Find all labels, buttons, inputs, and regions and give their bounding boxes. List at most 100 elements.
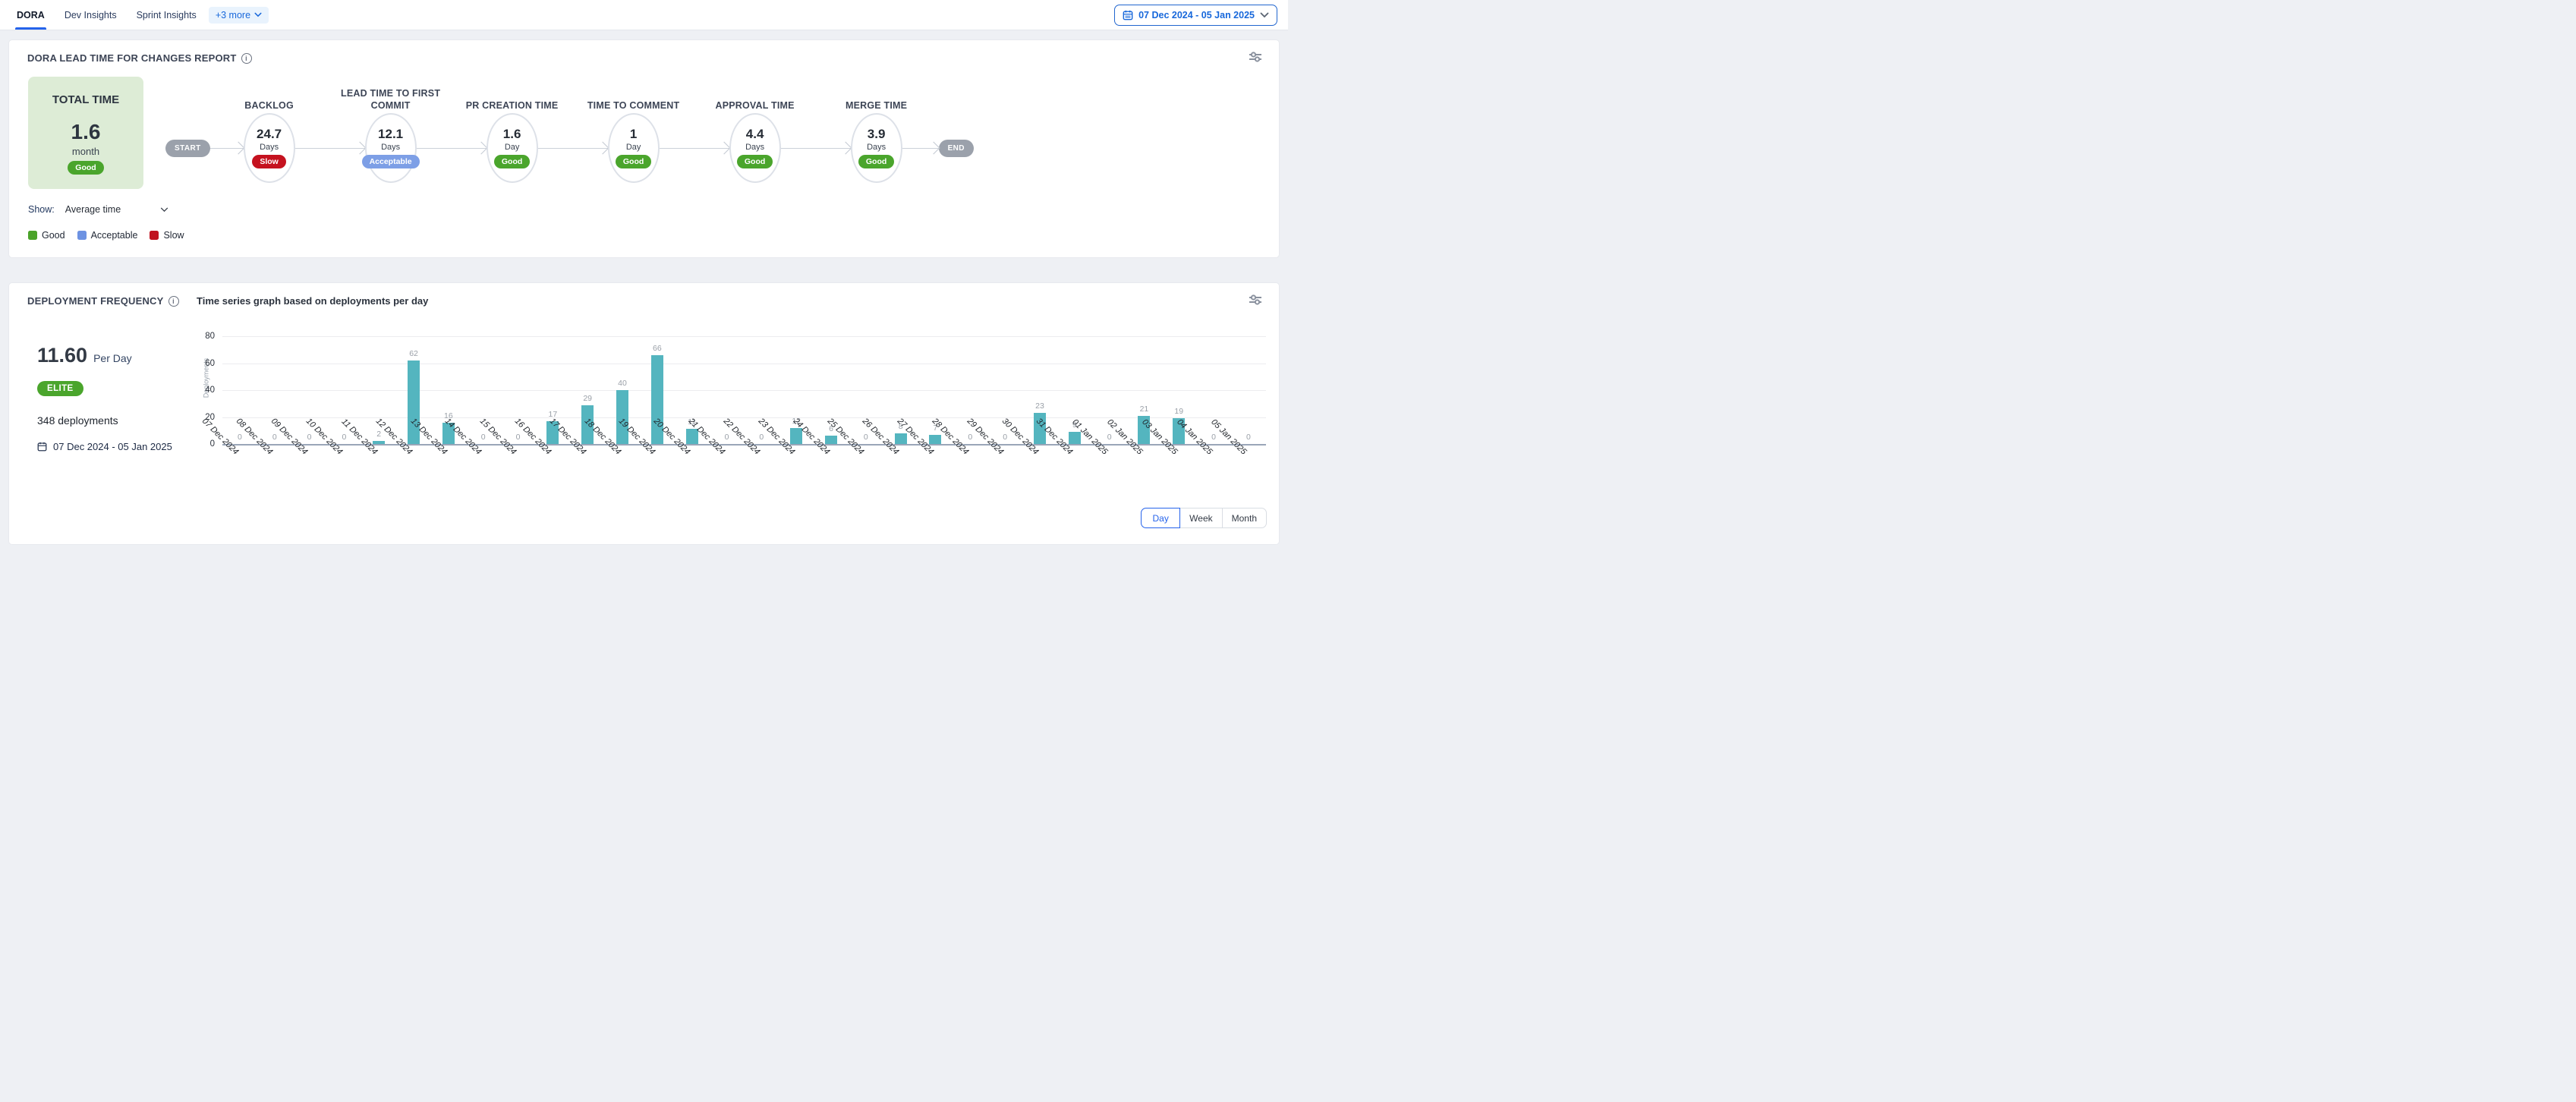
flow-arrow-icon xyxy=(660,148,729,149)
bar-value-label: 0 xyxy=(272,433,277,442)
bar-value-label: 0 xyxy=(759,433,764,442)
stage-name: APPROVAL TIME xyxy=(698,99,812,112)
deployment-bar[interactable] xyxy=(929,435,941,444)
show-label: Show: xyxy=(28,204,55,215)
tier-badge: ELITE xyxy=(37,381,83,396)
bar-value-label: 0 xyxy=(238,433,242,442)
show-metric-select[interactable]: Average time xyxy=(65,204,168,215)
chevron-down-icon xyxy=(1260,12,1269,18)
info-icon[interactable]: i xyxy=(241,53,252,64)
bar-value-label: 0 xyxy=(1107,433,1112,442)
stage-name: MERGE TIME xyxy=(820,99,934,112)
bar-value-label: 0 xyxy=(1003,433,1007,442)
stage-merge-time: MERGE TIME3.9DaysGood xyxy=(851,113,902,183)
deployment-frequency-title: DEPLOYMENT FREQUENCY i xyxy=(27,295,179,307)
stage-value: 1 xyxy=(630,128,637,142)
deployment-rate-unit: Per Day xyxy=(93,352,132,364)
legend-item-slow: Slow xyxy=(150,230,184,241)
legend-item-acceptable: Acceptable xyxy=(77,230,138,241)
lead-time-card-title: DORA LEAD TIME FOR CHANGES REPORT i xyxy=(27,52,252,64)
stage-name: PR CREATION TIME xyxy=(455,99,569,112)
deployments-bar-chart: 020406080007 Dec 2024008 Dec 2024009 Dec… xyxy=(222,336,1266,444)
stage-status-badge: Good xyxy=(616,155,651,168)
stage-unit: Days xyxy=(745,143,764,152)
legend-label: Good xyxy=(42,230,65,241)
deployment-bar[interactable] xyxy=(373,441,385,444)
info-icon[interactable]: i xyxy=(168,296,179,307)
bar-value-label: 2 xyxy=(376,430,381,439)
stage-unit: Day xyxy=(626,143,641,152)
calendar-icon xyxy=(1123,10,1133,20)
bar-value-label: 0 xyxy=(481,433,486,442)
stage-name: TIME TO COMMENT xyxy=(577,99,691,112)
status-legend: Good Acceptable Slow xyxy=(28,230,184,241)
bar-value-label: 0 xyxy=(1246,433,1251,442)
flow-arrow-icon xyxy=(417,148,487,149)
stage-status-badge: Good xyxy=(858,155,894,168)
lead-time-flow: STARTBACKLOG24.7DaysSlowLEAD TIME TO FIR… xyxy=(165,113,974,183)
bar-value-label: 23 xyxy=(1035,401,1044,411)
total-time-status-badge: Good xyxy=(68,161,103,175)
top-tab-bar: DORADev InsightsSprint Insights +3 more 0… xyxy=(0,0,1288,30)
flow-start-node: START xyxy=(165,140,210,157)
flow-end-node: END xyxy=(939,140,974,157)
legend-label: Slow xyxy=(163,230,184,241)
stage-value: 1.6 xyxy=(503,128,521,142)
stage-unit: Days xyxy=(867,143,886,152)
legend-item-good: Good xyxy=(28,230,65,241)
stage-name: BACKLOG xyxy=(213,99,326,112)
stage-value: 4.4 xyxy=(746,128,764,142)
stage-value: 3.9 xyxy=(868,128,886,142)
chevron-down-icon xyxy=(160,207,168,213)
y-tick-label: 80 xyxy=(192,332,215,341)
dora-dashboard: DORADev InsightsSprint Insights +3 more 0… xyxy=(0,0,1288,551)
show-metric-value: Average time xyxy=(65,204,121,215)
bar-value-label: 0 xyxy=(864,433,868,442)
deployment-settings-button[interactable] xyxy=(1249,294,1262,306)
bar-value-label: 0 xyxy=(307,433,312,442)
legend-swatch-icon xyxy=(77,231,87,240)
tab-list: DORADev InsightsSprint Insights +3 more xyxy=(0,0,269,30)
tab-dev-insights[interactable]: Dev Insights xyxy=(57,0,124,30)
flow-arrow-icon xyxy=(902,148,939,149)
plot-area: 020406080007 Dec 2024008 Dec 2024009 Dec… xyxy=(222,336,1266,444)
stage-value: 12.1 xyxy=(378,128,403,142)
show-row: Show: Average time xyxy=(28,204,168,215)
bar-value-label: 0 xyxy=(516,433,521,442)
tab-sprint-insights[interactable]: Sprint Insights xyxy=(129,0,204,30)
stage-lead-time-to-first-commit: LEAD TIME TO FIRST COMMIT12.1DaysAccepta… xyxy=(365,113,417,183)
toggle-day[interactable]: Day xyxy=(1141,508,1180,528)
stage-pr-creation-time: PR CREATION TIME1.6DayGood xyxy=(487,113,538,183)
stage-status-badge: Acceptable xyxy=(362,155,420,168)
bar-value-label: 0 xyxy=(725,433,729,442)
granularity-toggle: DayWeekMonth xyxy=(1141,508,1267,528)
toggle-month[interactable]: Month xyxy=(1222,508,1267,528)
deployment-frequency-card: DEPLOYMENT FREQUENCY i Time series graph… xyxy=(8,282,1280,545)
sliders-icon xyxy=(1249,294,1262,306)
bar-value-label: 62 xyxy=(409,349,418,358)
flow-arrow-icon xyxy=(538,148,608,149)
total-time-value: 1.6 xyxy=(28,121,143,143)
lead-time-card: DORA LEAD TIME FOR CHANGES REPORT i TOTA… xyxy=(8,39,1280,258)
deployment-bar[interactable] xyxy=(1069,432,1081,444)
chart-subtitle: Time series graph based on deployments p… xyxy=(197,295,428,307)
stats-date-range: 07 Dec 2024 - 05 Jan 2025 xyxy=(37,441,172,452)
chevron-down-icon xyxy=(254,12,262,17)
total-time-card: TOTAL TIME 1.6 month Good xyxy=(28,77,143,189)
stage-value: 24.7 xyxy=(257,128,282,142)
bar-value-label: 0 xyxy=(342,433,346,442)
deployment-bar[interactable] xyxy=(895,433,907,444)
flow-arrow-icon xyxy=(210,148,244,149)
tab-dora[interactable]: DORA xyxy=(9,0,52,30)
bar-value-label: 66 xyxy=(653,344,662,353)
date-range-picker[interactable]: 07 Dec 2024 - 05 Jan 2025 xyxy=(1114,5,1277,26)
total-deployments: 348 deployments xyxy=(37,414,172,427)
flow-arrow-icon xyxy=(295,148,365,149)
toggle-week[interactable]: Week xyxy=(1179,508,1222,528)
deployment-bar[interactable] xyxy=(825,436,837,444)
deployment-rate-value: 11.60 xyxy=(37,344,87,367)
bar-value-label: 0 xyxy=(1211,433,1216,442)
lead-time-settings-button[interactable] xyxy=(1249,51,1262,63)
stage-unit: Day xyxy=(505,143,520,152)
more-tabs-button[interactable]: +3 more xyxy=(209,7,269,24)
